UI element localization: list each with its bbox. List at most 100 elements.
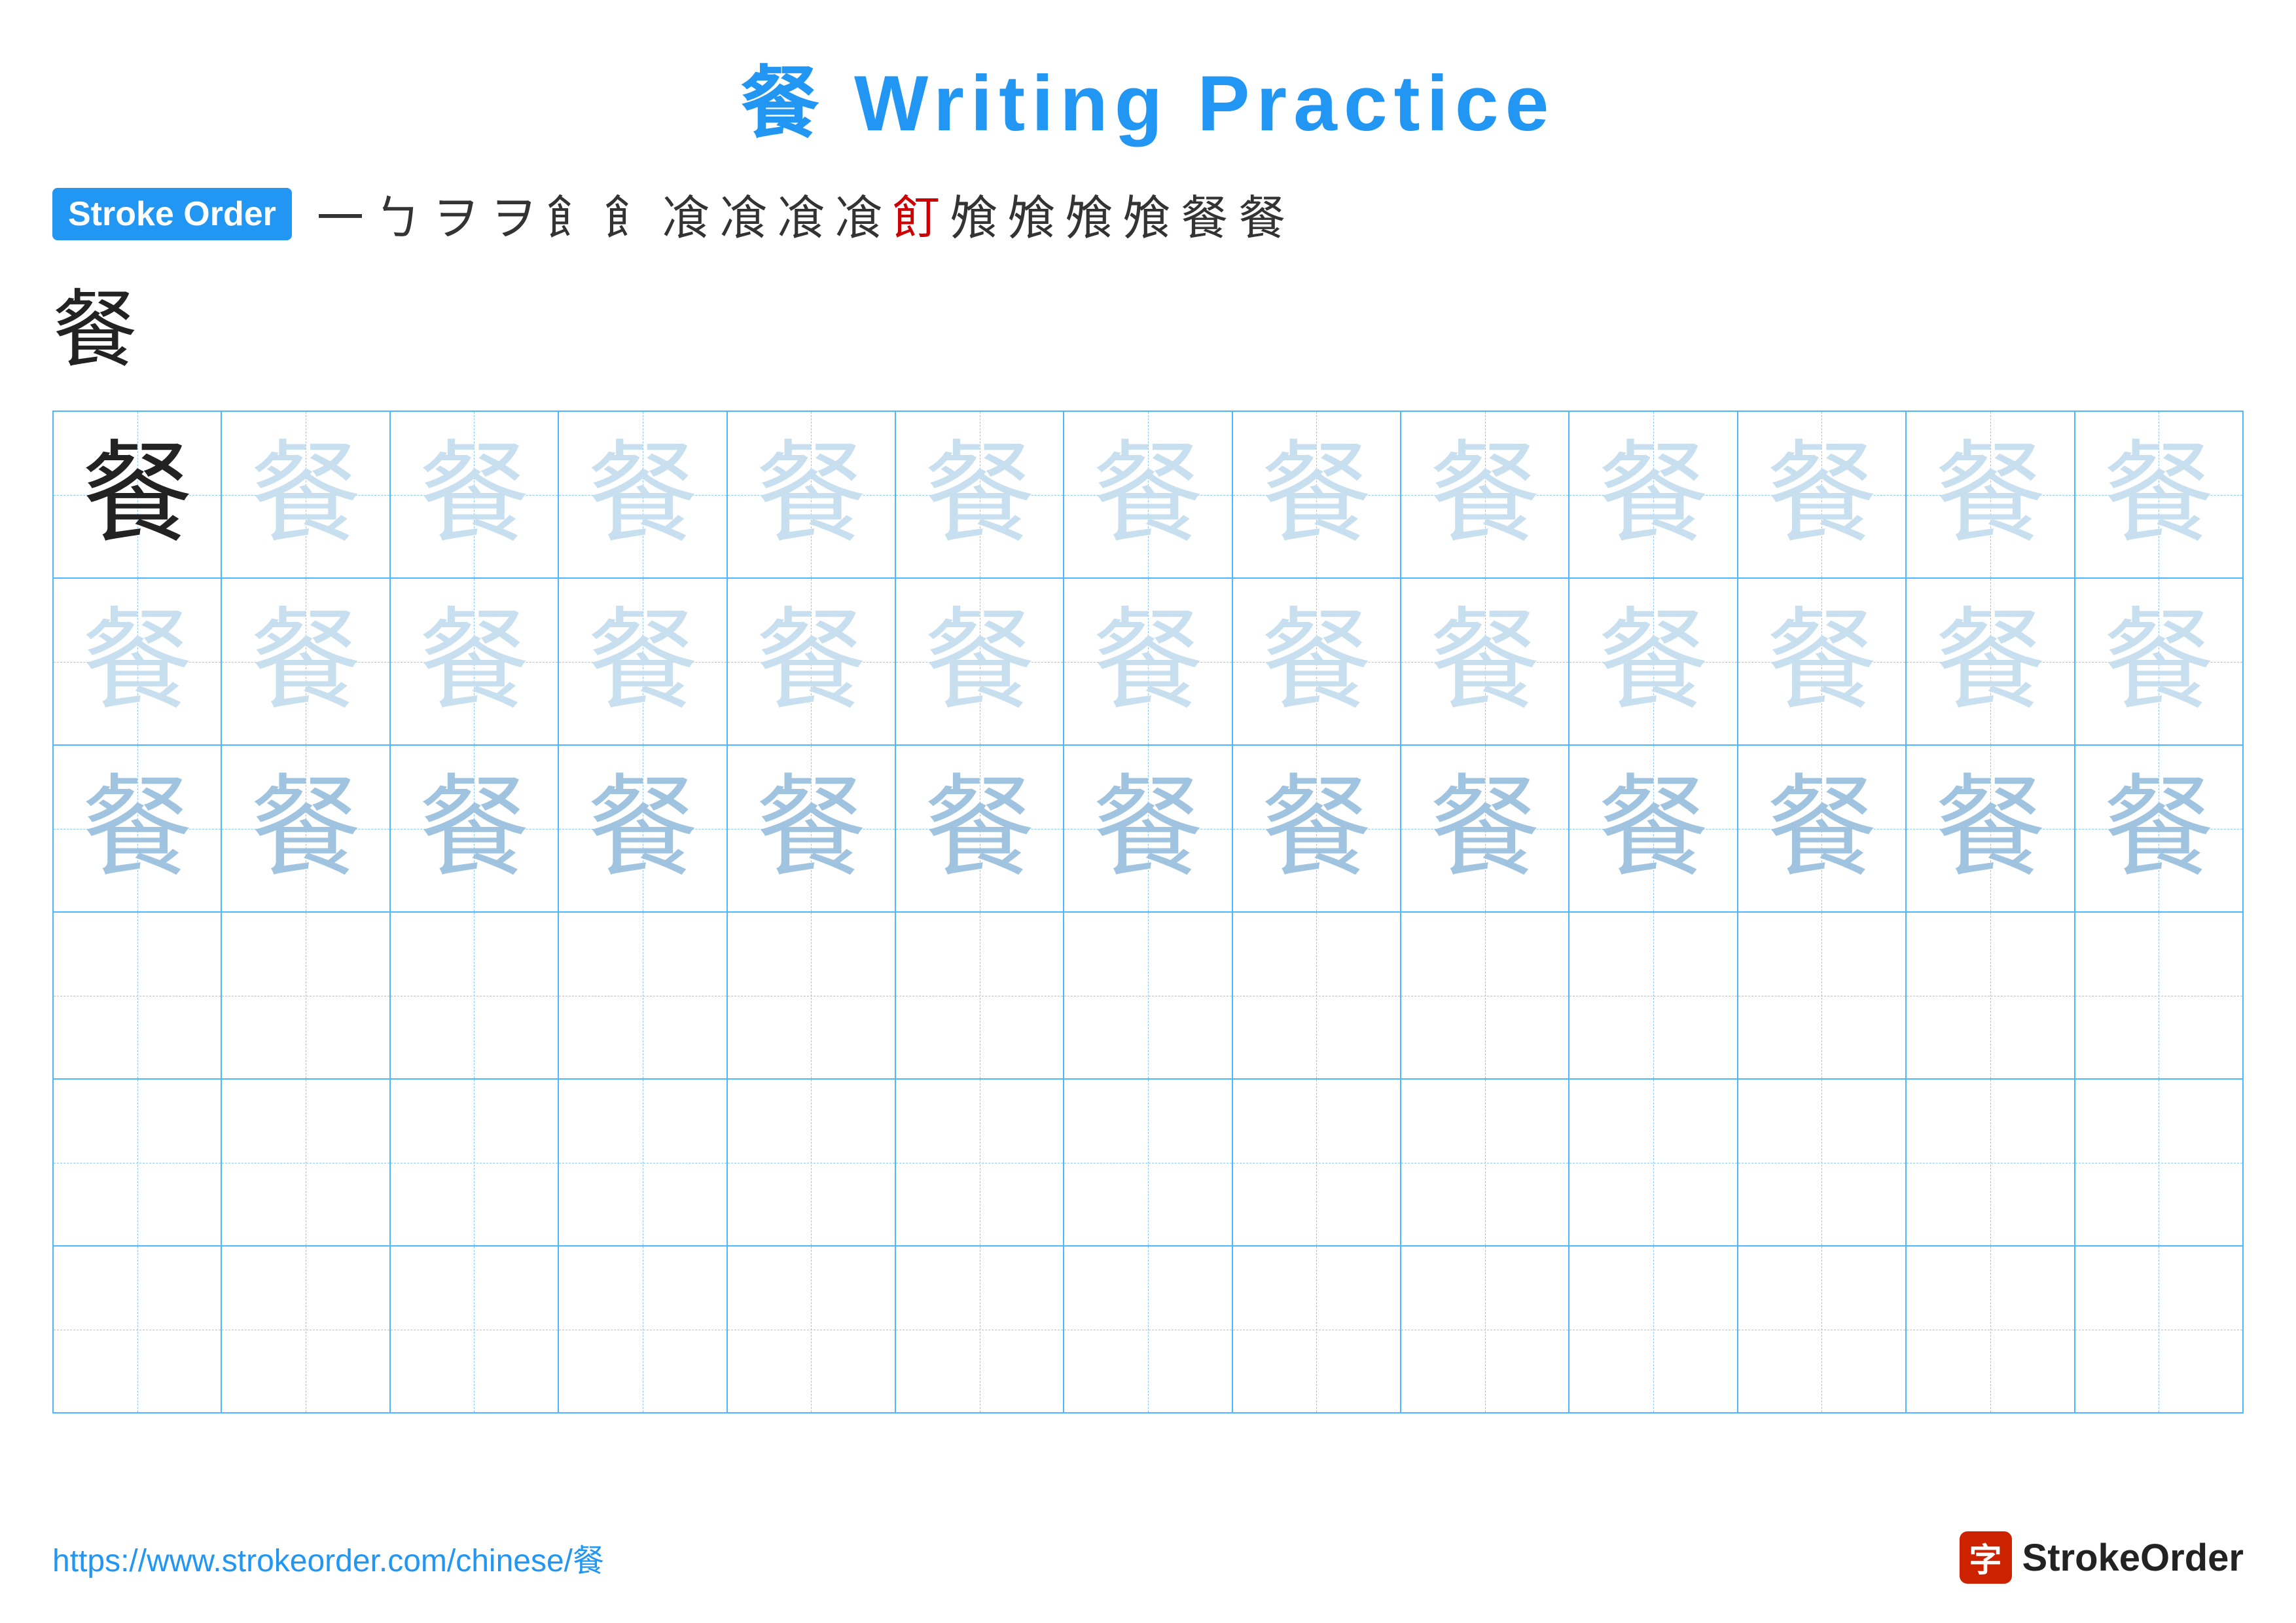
grid-cell-r6c13 [2075,1246,2244,1413]
grid-cell-r1c11: 餐 [1738,411,1906,578]
char-light: 餐 [924,600,1035,723]
char-light: 餐 [1429,600,1541,723]
grid-cell-r2c6: 餐 [895,578,1064,745]
grid-cell-r1c9: 餐 [1401,411,1569,578]
grid-cell-r4c8 [1232,912,1401,1079]
grid-cell-r5c5 [727,1079,895,1246]
stroke-12: 飧 [945,179,1003,248]
char-light: 餐 [1092,433,1204,556]
grid-cell-r2c2: 餐 [221,578,389,745]
grid-cell-r5c8 [1232,1079,1401,1246]
grid-cell-r5c2 [221,1079,389,1246]
char-light: 餐 [1598,433,1709,556]
grid-cell-r3c1: 餐 [53,745,221,912]
grid-cell-r3c7: 餐 [1064,745,1232,912]
grid-cell-r3c11: 餐 [1738,745,1906,912]
char-light: 餐 [1261,433,1372,556]
stroke-1: 一 [312,179,369,248]
stroke-16: 餐 [1175,179,1233,248]
char-light: 餐 [418,600,529,723]
grid-cell-r2c5: 餐 [727,578,895,745]
grid-cell-r5c4 [558,1079,726,1246]
char-light: 餐 [82,600,193,723]
grid-cell-r1c2: 餐 [221,411,389,578]
grid-cell-r5c7 [1064,1079,1232,1246]
char-medium: 餐 [418,767,529,890]
char-light: 餐 [1935,600,2046,723]
practice-grid-container: 餐 餐 餐 餐 餐 餐 餐 餐 餐 餐 餐 餐 餐 餐 餐 餐 餐 [0,410,2296,1413]
grid-cell-r1c10: 餐 [1569,411,1737,578]
char-light: 餐 [2103,433,2214,556]
stroke-11: 飣 [888,179,945,248]
grid-cell-r4c13 [2075,912,2244,1079]
char-light: 餐 [1598,600,1709,723]
table-row: 餐 餐 餐 餐 餐 餐 餐 餐 餐 餐 餐 餐 餐 [53,411,2243,578]
char-medium: 餐 [1766,767,1877,890]
char-dark: 餐 [82,433,193,556]
grid-cell-r2c7: 餐 [1064,578,1232,745]
stroke-17: 餐 [1233,179,1291,248]
grid-cell-r4c9 [1401,912,1569,1079]
char-light: 餐 [1766,433,1877,556]
grid-cell-r4c10 [1569,912,1737,1079]
grid-cell-r2c9: 餐 [1401,578,1569,745]
grid-cell-r6c1 [53,1246,221,1413]
char-light: 餐 [587,433,698,556]
grid-cell-r5c13 [2075,1079,2244,1246]
grid-cell-r1c5: 餐 [727,411,895,578]
stroke-8: 飡 [715,179,772,248]
stroke-9: 飡 [772,179,830,248]
grid-cell-r3c12: 餐 [1906,745,2074,912]
grid-cell-r6c9 [1401,1246,1569,1413]
grid-cell-r2c12: 餐 [1906,578,2074,745]
grid-cell-r5c10 [1569,1079,1737,1246]
grid-cell-r6c3 [390,1246,558,1413]
char-medium: 餐 [250,767,361,890]
table-row [53,912,2243,1079]
char-light: 餐 [2103,600,2214,723]
char-light: 餐 [755,433,867,556]
grid-cell-r3c9: 餐 [1401,745,1569,912]
grid-cell-r4c3 [390,912,558,1079]
grid-cell-r6c10 [1569,1246,1737,1413]
grid-cell-r2c1: 餐 [53,578,221,745]
stroke-3: ヲ [427,179,484,248]
char-light: 餐 [1935,433,2046,556]
char-medium: 餐 [1092,767,1204,890]
grid-cell-r1c3: 餐 [390,411,558,578]
grid-cell-r4c7 [1064,912,1232,1079]
char-medium: 餐 [1935,767,2046,890]
char-medium: 餐 [587,767,698,890]
practice-grid: 餐 餐 餐 餐 餐 餐 餐 餐 餐 餐 餐 餐 餐 餐 餐 餐 餐 [52,410,2244,1413]
stroke-7: 飡 [657,179,715,248]
grid-cell-r6c2 [221,1246,389,1413]
stroke-4: ヲ [484,179,542,248]
grid-cell-r1c7: 餐 [1064,411,1232,578]
footer: https://www.strokeorder.com/chinese/餐 字 … [52,1531,2244,1584]
char-medium: 餐 [755,767,867,890]
grid-cell-r3c8: 餐 [1232,745,1401,912]
stroke-5: 飠 [542,179,600,248]
char-light: 餐 [1429,433,1541,556]
table-row [53,1079,2243,1246]
grid-cell-r3c6: 餐 [895,745,1064,912]
char-medium: 餐 [924,767,1035,890]
footer-url[interactable]: https://www.strokeorder.com/chinese/餐 [52,1535,604,1580]
grid-cell-r1c13: 餐 [2075,411,2244,578]
grid-cell-r6c6 [895,1246,1064,1413]
grid-cell-r5c1 [53,1079,221,1246]
grid-cell-r6c7 [1064,1246,1232,1413]
grid-cell-r2c13: 餐 [2075,578,2244,745]
stroke-10: 飡 [830,179,888,248]
grid-cell-r4c1 [53,912,221,1079]
char-medium: 餐 [1429,767,1541,890]
grid-cell-r4c12 [1906,912,2074,1079]
char-light: 餐 [1766,600,1877,723]
grid-cell-r2c8: 餐 [1232,578,1401,745]
stroke-13: 飧 [1003,179,1060,248]
grid-cell-r4c5 [727,912,895,1079]
page-title: 餐 Writing Practice [0,0,2296,153]
char-light: 餐 [924,433,1035,556]
table-row: 餐 餐 餐 餐 餐 餐 餐 餐 餐 餐 餐 餐 餐 [53,578,2243,745]
char-light: 餐 [250,600,361,723]
